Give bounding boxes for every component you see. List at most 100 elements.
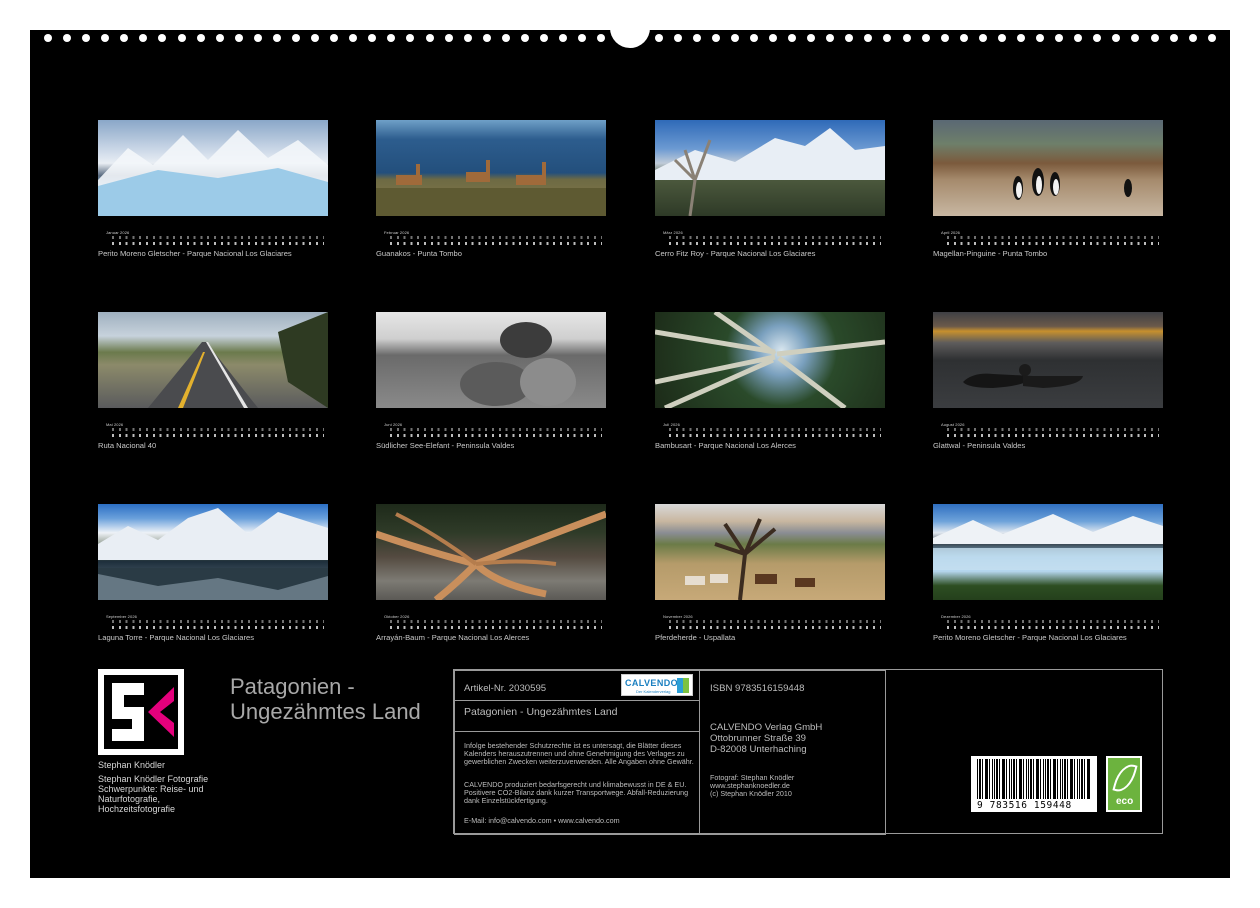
month-name: Oktober 2026	[384, 614, 410, 619]
publisher-city: D-82008 Unterhaching	[710, 744, 807, 755]
photo-caption: Bambusart - Parque Nacional Los Alerces	[655, 441, 796, 450]
month-name: August 2026	[941, 422, 965, 427]
imprint-box: Artikel-Nr. 2030595 CALVENDO Der Kalende…	[453, 669, 1163, 835]
day-grid	[390, 620, 602, 629]
month-calendar-strip: November 2026	[655, 614, 885, 630]
binding-hole	[253, 34, 262, 42]
month-calendar-strip: Februar 2026	[376, 230, 606, 246]
eco-note: CALVENDO produziert bedarfsgerecht und k…	[464, 780, 689, 806]
day-grid	[390, 428, 602, 437]
month-calendar-strip: März 2026	[655, 230, 885, 246]
binding-hole	[1207, 34, 1216, 42]
weekday-row	[112, 236, 324, 239]
binding-hole	[597, 34, 606, 42]
publisher-street: Ottobrunner Straße 39	[710, 733, 806, 744]
month-name: Januar 2026	[106, 230, 130, 235]
binding-hole	[997, 34, 1006, 42]
photo-caption: Ruta Nacional 40	[98, 441, 157, 450]
month-panel: September 2026 Laguna Torre - Parque Naci…	[98, 504, 328, 642]
calvendo-brand: CALVENDO	[625, 678, 679, 688]
laguna-torre-photo	[98, 504, 328, 600]
weekday-row	[112, 428, 324, 431]
binding-hole	[406, 34, 415, 42]
calvendo-flag-accent-icon	[683, 678, 689, 693]
binding-hole	[788, 34, 797, 42]
legal-text: Infolge bestehender Schutzrechte ist es …	[464, 741, 694, 767]
binding-hole	[1131, 34, 1140, 42]
binding-hole	[540, 34, 549, 42]
date-row	[112, 434, 324, 437]
photo-caption: Laguna Torre - Parque Nacional Los Glaci…	[98, 633, 255, 642]
calvendo-sub: Der Kalenderverlag	[636, 689, 671, 694]
binding-hole	[311, 34, 320, 42]
binding-hole	[520, 34, 529, 42]
binding-hole	[482, 34, 491, 42]
weekday-row	[947, 428, 1159, 431]
month-calendar-strip: September 2026	[98, 614, 328, 630]
binding-hole	[272, 34, 281, 42]
weekday-row	[947, 620, 1159, 623]
day-grid	[669, 236, 881, 245]
binding-hole	[120, 34, 129, 42]
glacier-front-photo	[933, 504, 1163, 600]
month-calendar-strip: Juli 2026	[655, 422, 885, 438]
date-row	[947, 434, 1159, 437]
binding-hole	[768, 34, 777, 42]
month-panel: Juni 2026 Südlicher See-Elefant - Peninsu…	[376, 312, 606, 450]
binding-hole	[215, 34, 224, 42]
month-name: Juni 2026	[384, 422, 403, 427]
date-row	[390, 626, 602, 629]
month-name: Juli 2026	[663, 422, 680, 427]
binding-hole	[444, 34, 453, 42]
day-grid	[947, 620, 1159, 629]
day-grid	[947, 428, 1159, 437]
binding-hole	[1093, 34, 1102, 42]
month-name: Februar 2026	[384, 230, 410, 235]
month-panel: Dezember 2026 Perito Moreno Gletscher - P…	[933, 504, 1163, 642]
date-row	[947, 626, 1159, 629]
month-calendar-strip: August 2026	[933, 422, 1163, 438]
binding-hole	[921, 34, 930, 42]
binding-hole	[387, 34, 396, 42]
binding-hole	[1036, 34, 1045, 42]
day-grid	[947, 236, 1159, 245]
day-grid	[669, 620, 881, 629]
sk-logo-icon	[98, 669, 184, 755]
month-calendar-strip: Januar 2026	[98, 230, 328, 246]
highway-photo	[98, 312, 328, 408]
author-description: Stephan Knödler Fotografie Schwerpunkte:…	[98, 774, 209, 814]
date-row	[112, 242, 324, 245]
photo-caption: Guanakos - Punta Tombo	[376, 249, 462, 258]
binding-hole	[1188, 34, 1197, 42]
month-name: November 2026	[663, 614, 693, 619]
author-name: Stephan Knödler	[98, 760, 166, 770]
weekday-row	[947, 236, 1159, 239]
calvendo-logo: CALVENDO Der Kalenderverlag	[621, 674, 693, 696]
binding-hole	[101, 34, 110, 42]
month-calendar-strip: Mai 2026	[98, 422, 328, 438]
photo-caption: Cerro Fitz Roy - Parque Nacional Los Gla…	[655, 249, 816, 258]
binding-hole	[711, 34, 720, 42]
photo-caption: Arrayán-Baum - Parque Nacional Los Alerc…	[376, 633, 530, 642]
binding-hole	[234, 34, 243, 42]
binding-hole	[749, 34, 758, 42]
binding-hole	[330, 34, 339, 42]
day-grid	[112, 620, 324, 629]
day-grid	[112, 236, 324, 245]
contact-info: E-Mail: info@calvendo.com • www.calvendo…	[464, 816, 620, 825]
binding-hole	[940, 34, 949, 42]
binding-hole	[978, 34, 987, 42]
month-name: März 2026	[663, 230, 683, 235]
binding-hole	[578, 34, 587, 42]
barcode-bars	[977, 759, 1091, 799]
photo-caption: Südlicher See-Elefant - Peninsula Valdes	[376, 441, 515, 450]
month-name: September 2026	[106, 614, 137, 619]
binding-hole	[158, 34, 167, 42]
binding-hole	[864, 34, 873, 42]
publisher-name: CALVENDO Verlag GmbH	[710, 722, 823, 733]
binding-hole	[654, 34, 663, 42]
photo-caption: Magellan-Pinguine - Punta Tombo	[933, 249, 1048, 258]
weekday-row	[669, 236, 881, 239]
photo-caption: Perito Moreno Gletscher - Parque Naciona…	[933, 633, 1127, 642]
binding-hole	[196, 34, 205, 42]
